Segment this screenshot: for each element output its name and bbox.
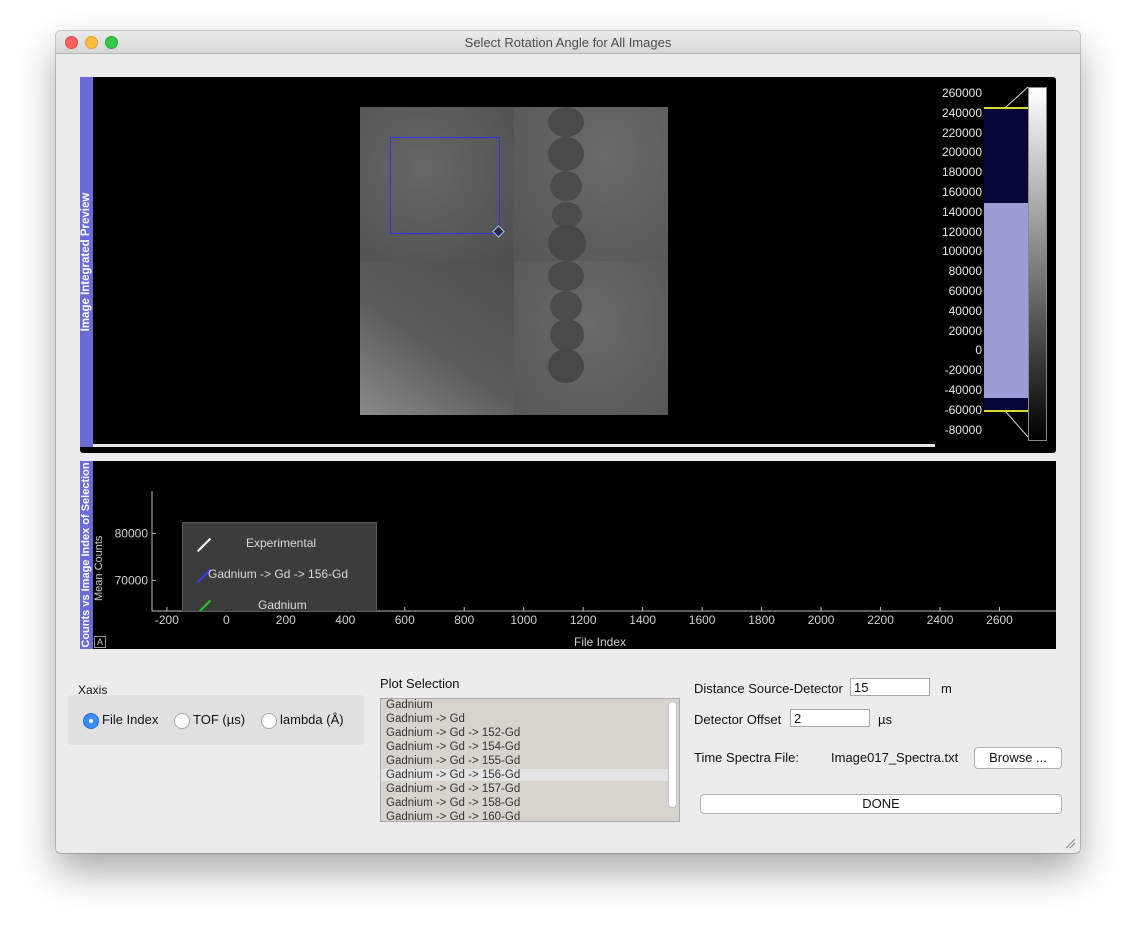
list-item-selected[interactable]: Gadnium -> Gd -> 156-Gd — [381, 769, 671, 781]
list-item[interactable]: Gadnium -> Gd -> 158-Gd — [386, 797, 520, 809]
x-tick-label: 800 — [454, 613, 474, 627]
image-quadrant-tr — [514, 107, 668, 261]
legend-swatch-experimental — [196, 537, 212, 553]
x-tick-label: 2400 — [927, 613, 954, 627]
spectra-filename: Image017_Spectra.txt — [831, 750, 959, 765]
x-tick-label: 200 — [276, 613, 296, 627]
plot-selection-list[interactable]: Gadnium Gadnium -> Gd Gadnium -> Gd -> 1… — [380, 698, 680, 822]
colorbar-tick-label: 240000 — [941, 105, 982, 120]
colorbar-tick-label: 140000 — [941, 204, 982, 219]
offset-label: Detector Offset — [694, 712, 782, 727]
x-tick-label: 600 — [395, 613, 415, 627]
list-scrollbar[interactable] — [668, 701, 677, 808]
x-tick-label: -200 — [155, 613, 179, 627]
roi-selection-box[interactable] — [390, 137, 500, 234]
image-preview-tab-label: Image Integrated Preview — [80, 192, 92, 332]
radio-file-index-indicator[interactable] — [83, 713, 99, 729]
done-button[interactable]: DONE — [700, 794, 1062, 814]
colorbar-tick-label: 40000 — [948, 303, 982, 318]
distance-label: Distance Source-Detector — [694, 681, 843, 696]
colorbar-tick-label: 80000 — [948, 264, 982, 279]
y-tick-label: 80000 — [115, 526, 149, 540]
colorbar-tick-label: -60000 — [944, 402, 982, 417]
colorbar-tick-label: 20000 — [948, 323, 982, 338]
x-tick-label: 1400 — [629, 613, 656, 627]
colorbar-tick-label: 120000 — [941, 224, 982, 239]
colorbar-tick-label: -40000 — [944, 383, 982, 397]
x-tick-label: 1200 — [570, 613, 597, 627]
colorbar-tick-label: 220000 — [941, 125, 982, 140]
colorbar-tick-label: 260000 — [941, 86, 982, 100]
histogram-lut[interactable] — [984, 79, 1048, 441]
radio-lambda-indicator[interactable] — [261, 713, 277, 729]
colorbar-tick-label: 0 — [975, 343, 982, 358]
list-item[interactable]: Gadnium -> Gd -> 157-Gd — [386, 783, 520, 795]
list-item[interactable]: Gadnium -> Gd -> 154-Gd — [386, 741, 520, 753]
legend-swatch-gadnium — [196, 599, 212, 611]
title-bar: Select Rotation Angle for All Images — [56, 31, 1080, 54]
list-item[interactable]: Gadnium — [386, 699, 433, 711]
x-tick-label: 400 — [335, 613, 355, 627]
x-tick-label: 1800 — [748, 613, 775, 627]
plot-selection-label: Plot Selection — [380, 676, 460, 691]
distance-unit: m — [941, 681, 952, 696]
colorbar-tick-label: -20000 — [944, 363, 982, 378]
x-tick-label: 2600 — [986, 613, 1013, 627]
browse-button[interactable]: Browse ... — [974, 747, 1062, 769]
x-tick-label: 2200 — [867, 613, 894, 627]
offset-field[interactable]: 2 — [790, 709, 870, 727]
image-quadrant-bl — [360, 261, 514, 415]
list-item[interactable]: Gadnium -> Gd -> 155-Gd — [386, 755, 520, 767]
colorbar-gradient[interactable] — [1028, 87, 1047, 441]
plot-legend[interactable]: Experimental Gadnium -> Gd -> 156-Gd Gad… — [182, 522, 377, 612]
distance-field[interactable]: 15 — [850, 678, 930, 696]
autoscale-button[interactable]: A — [94, 636, 106, 648]
image-quadrant-br — [514, 261, 668, 415]
colorbar-ticks: 260000 240000 220000 200000 180000 160000 1400… — [938, 79, 982, 443]
colorbar-tick-label: -80000 — [944, 422, 982, 437]
x-tick-label: 1000 — [510, 613, 537, 627]
image-preview-panel: Image Integrated Preview 260000 240000 220… — [80, 77, 1056, 453]
x-tick-label: 2000 — [808, 613, 835, 627]
x-tick-label: 1600 — [689, 613, 716, 627]
x-tick-label: 0 — [223, 613, 230, 627]
x-axis-label: File Index — [574, 635, 626, 649]
y-tick-label: 70000 — [115, 573, 149, 587]
resize-grip-icon[interactable] — [1064, 837, 1076, 849]
main-window: Select Rotation Angle for All Images Ima… — [56, 31, 1080, 853]
counts-plot-panel: Counts vs Image Index of Selection Mean … — [80, 461, 1056, 649]
offset-unit: µs — [878, 712, 892, 727]
colorbar-tick-label: 200000 — [941, 145, 982, 160]
list-item[interactable]: Gadnium -> Gd — [386, 713, 465, 725]
preview-bottom-bar — [93, 444, 935, 447]
colorbar-tick-label: 160000 — [941, 185, 982, 199]
window-title: Select Rotation Angle for All Images — [464, 35, 672, 50]
list-item[interactable]: Gadnium -> Gd -> 160-Gd — [386, 811, 520, 821]
colorbar-tick-label: 60000 — [948, 284, 982, 298]
spectra-label: Time Spectra File: — [694, 750, 799, 765]
radio-tof-indicator[interactable] — [174, 713, 190, 729]
image-preview-tab[interactable]: Image Integrated Preview — [80, 77, 93, 447]
list-item[interactable]: Gadnium -> Gd -> 152-Gd — [386, 727, 520, 739]
colorbar-tick-label: 100000 — [941, 244, 982, 259]
colorbar-tick-label: 180000 — [941, 165, 982, 180]
